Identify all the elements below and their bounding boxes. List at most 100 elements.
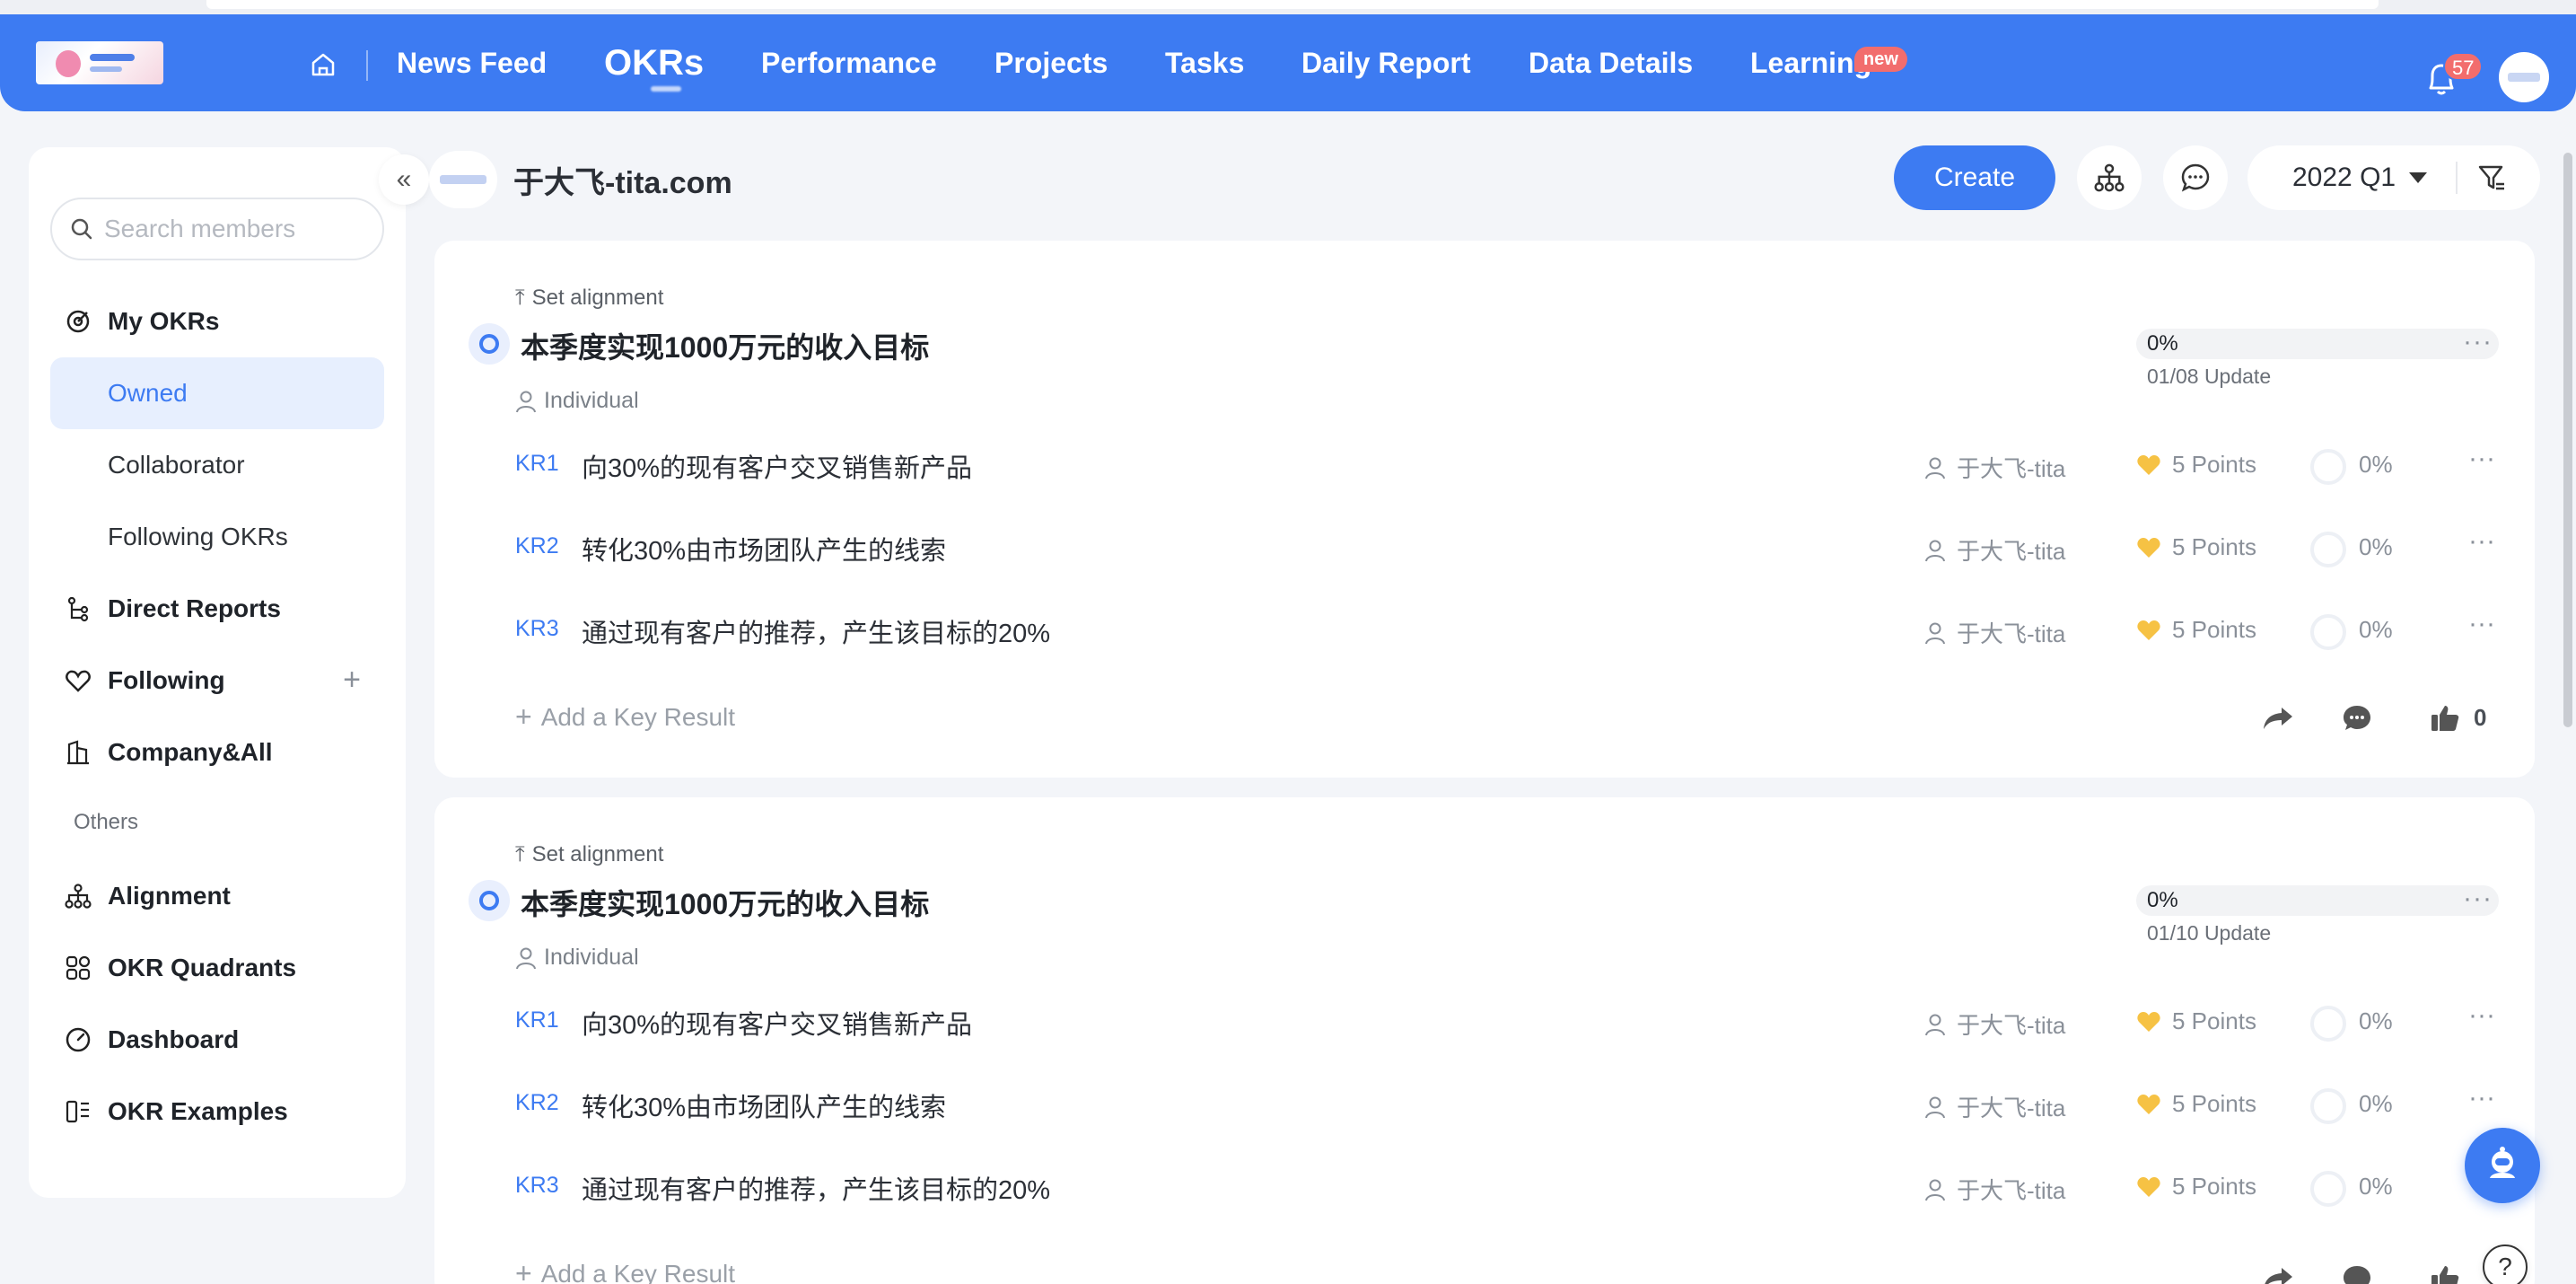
kr-text[interactable]: 通过现有客户的推荐，产生该目标的20%	[582, 612, 1050, 650]
objective-title[interactable]: 本季度实现1000万元的收入目标	[521, 325, 929, 366]
kr-points[interactable]: 5 Points	[2136, 1090, 2256, 1118]
kr-points-label: 5 Points	[2172, 616, 2256, 643]
kr-more-button[interactable]: ···	[2468, 526, 2495, 557]
kr-points-label: 5 Points	[2172, 451, 2256, 478]
sidebar-item-label: Company&All	[108, 738, 273, 766]
comments-button[interactable]	[2163, 145, 2228, 210]
kr-owner[interactable]: 于大飞-tita	[1924, 1007, 2068, 1041]
kr-more-button[interactable]: ···	[2468, 1000, 2495, 1031]
kr-more-button[interactable]: ···	[2468, 1083, 2495, 1113]
period-selector[interactable]: 2022 Q1	[2247, 145, 2540, 210]
kr-row[interactable]: KR2 转化30%由市场团队产生的线索 于大飞-tita 5 Points 0%…	[434, 523, 2535, 576]
kr-row[interactable]: KR3 通过现有客户的推荐，产生该目标的20% 于大飞-tita 5 Point…	[434, 605, 2535, 659]
nav-performance[interactable]: Performance	[761, 14, 937, 111]
kr-owner[interactable]: 于大飞-tita	[1924, 1173, 2068, 1206]
person-icon	[1925, 540, 1945, 561]
collapse-sidebar-button[interactable]: «	[379, 154, 429, 205]
kr-owner[interactable]: 于大飞-tita	[1924, 616, 2068, 649]
sidebar-item-following[interactable]: Following +	[50, 645, 384, 717]
kr-progress-ring	[2310, 449, 2346, 485]
kr-points[interactable]: 5 Points	[2136, 1007, 2256, 1035]
kr-text[interactable]: 通过现有客户的推荐，产生该目标的20%	[582, 1169, 1050, 1207]
sidebar-item-my-okrs[interactable]: My OKRs	[50, 286, 384, 357]
sidebar-item-direct-reports[interactable]: Direct Reports	[50, 573, 384, 645]
kr-more-button[interactable]: ···	[2468, 609, 2495, 639]
sidebar-item-owned[interactable]: Owned	[50, 357, 384, 429]
user-avatar[interactable]	[2499, 52, 2549, 102]
nav-okrs-label: OKRs	[604, 43, 705, 83]
assistant-bot-button[interactable]	[2465, 1128, 2540, 1203]
comment-icon[interactable]	[2339, 700, 2375, 736]
nav-projects[interactable]: Projects	[994, 14, 1108, 111]
double-chevron-left-icon: «	[396, 164, 412, 194]
sidebar: My OKRs Owned Collaborator Following OKR…	[29, 147, 406, 1198]
create-button[interactable]: Create	[1894, 145, 2055, 210]
person-icon	[1925, 1014, 1945, 1035]
thumbs-up-icon[interactable]	[2427, 700, 2463, 736]
nav-learning[interactable]: Learning	[1750, 14, 1871, 111]
objective-more-button[interactable]: ···	[2463, 884, 2493, 914]
sidebar-caption-others: Others	[74, 810, 139, 834]
sidebar-item-dashboard[interactable]: Dashboard	[50, 1004, 384, 1076]
org-branch-icon	[63, 594, 93, 624]
filter-icon[interactable]	[2472, 158, 2511, 198]
kr-tag: KR3	[515, 1173, 559, 1198]
sidebar-item-okr-examples[interactable]: OKR Examples	[50, 1076, 384, 1148]
scrollbar[interactable]	[2563, 153, 2572, 727]
sidebar-item-following-okrs[interactable]: Following OKRs	[50, 501, 384, 573]
nav-news-feed[interactable]: News Feed	[397, 14, 547, 111]
kr-points[interactable]: 5 Points	[2136, 533, 2256, 561]
kr-text[interactable]: 转化30%由市场团队产生的线索	[582, 530, 946, 567]
sidebar-item-company-all[interactable]: Company&All	[50, 717, 384, 788]
search-input[interactable]	[104, 215, 364, 243]
nav-data-details[interactable]: Data Details	[1529, 14, 1693, 111]
sidebar-item-alignment[interactable]: Alignment	[50, 860, 384, 932]
kr-text[interactable]: 转化30%由市场团队产生的线索	[582, 1086, 946, 1124]
objective-title[interactable]: 本季度实现1000万元的收入目标	[521, 882, 929, 923]
objective-progress-bar: 0%	[2136, 885, 2499, 916]
chat-bubble-icon	[2181, 163, 2210, 192]
kr-points-label: 5 Points	[2172, 1173, 2256, 1200]
kr-row[interactable]: KR1 向30%的现有客户交叉销售新产品 于大飞-tita 5 Points 0…	[434, 440, 2535, 494]
owner-avatar[interactable]	[429, 151, 497, 208]
kr-owner[interactable]: 于大飞-tita	[1924, 1090, 2068, 1123]
objective-more-button[interactable]: ···	[2463, 327, 2493, 357]
nav-divider	[366, 50, 368, 81]
kr-row[interactable]: KR3 通过现有客户的推荐，产生该目标的20% 于大飞-tita 5 Point…	[434, 1162, 2535, 1216]
kr-owner[interactable]: 于大飞-tita	[1924, 451, 2068, 484]
nav-okrs[interactable]: OKRs	[604, 14, 704, 111]
browser-top-strip	[0, 0, 2576, 14]
share-icon[interactable]	[2260, 700, 2296, 736]
kr-tag: KR1	[515, 451, 559, 476]
kr-text[interactable]: 向30%的现有客户交叉销售新产品	[582, 447, 972, 485]
nav-daily-report[interactable]: Daily Report	[1301, 14, 1470, 111]
help-icon[interactable]: ?	[2483, 1244, 2528, 1284]
thumbs-up-icon[interactable]	[2427, 1261, 2463, 1284]
nav-tasks[interactable]: Tasks	[1165, 14, 1244, 111]
kr-row[interactable]: KR2 转化30%由市场团队产生的线索 于大飞-tita 5 Points 0%…	[434, 1079, 2535, 1133]
kr-points-label: 5 Points	[2172, 1007, 2256, 1034]
member-search[interactable]	[50, 198, 384, 260]
kr-more-button[interactable]: ···	[2468, 444, 2495, 474]
update-date: 01/08 Update	[2147, 365, 2272, 388]
sidebar-item-label: Direct Reports	[108, 594, 281, 622]
kr-points[interactable]: 5 Points	[2136, 1173, 2256, 1200]
company-logo[interactable]	[36, 41, 163, 84]
card-actions: 0	[434, 700, 2535, 745]
add-following-button[interactable]: +	[343, 663, 361, 698]
kr-points[interactable]: 5 Points	[2136, 616, 2256, 644]
set-alignment-link[interactable]: ⤒ Set alignment	[515, 286, 663, 311]
kr-row[interactable]: KR1 向30%的现有客户交叉销售新产品 于大飞-tita 5 Points 0…	[434, 997, 2535, 1051]
sidebar-item-okr-quadrants[interactable]: OKR Quadrants	[50, 932, 384, 1004]
kr-progress-ring	[2310, 614, 2346, 650]
kr-progress: 0%	[2359, 533, 2393, 560]
share-icon[interactable]	[2260, 1261, 2296, 1284]
kr-text[interactable]: 向30%的现有客户交叉销售新产品	[582, 1004, 972, 1042]
home-icon[interactable]	[305, 47, 341, 83]
comment-icon[interactable]	[2339, 1261, 2375, 1284]
set-alignment-link[interactable]: ⤒ Set alignment	[515, 842, 663, 867]
sidebar-item-collaborator[interactable]: Collaborator	[50, 429, 384, 501]
kr-points[interactable]: 5 Points	[2136, 451, 2256, 479]
kr-owner[interactable]: 于大飞-tita	[1924, 533, 2068, 567]
org-chart-button[interactable]	[2077, 145, 2142, 210]
